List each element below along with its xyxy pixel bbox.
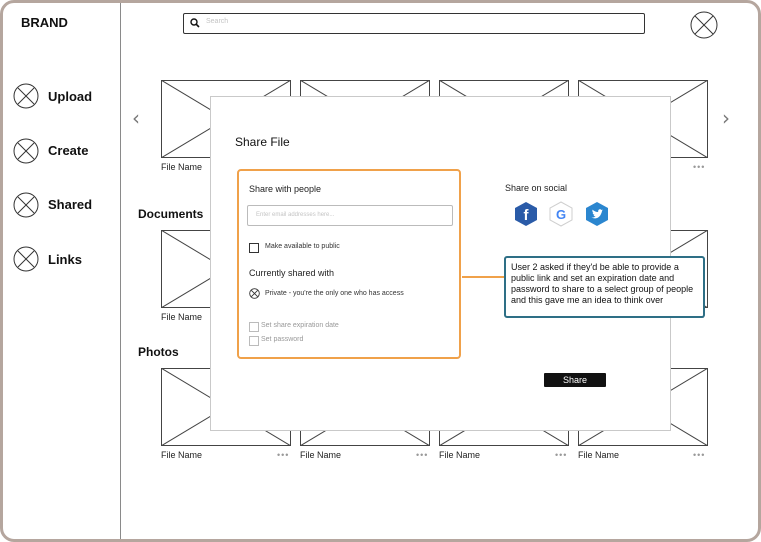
svg-text:G: G: [556, 207, 566, 222]
research-note-text: User 2 asked if they'd be able to provid…: [511, 262, 694, 305]
facebook-icon[interactable]: f: [513, 201, 539, 227]
more-options-icon[interactable]: •••: [693, 450, 705, 460]
research-note: User 2 asked if they'd be able to provid…: [504, 256, 705, 318]
create-icon: [13, 138, 39, 164]
section-title-photos: Photos: [138, 345, 179, 359]
share-with-people-panel: Share with people Enter email addresses …: [237, 169, 461, 359]
file-name: File Name: [300, 450, 342, 460]
annotation-connector: [462, 276, 504, 278]
email-field[interactable]: Enter email addresses here...: [247, 205, 453, 226]
section-title-documents: Documents: [138, 207, 204, 221]
file-name: File Name: [439, 450, 481, 460]
file-name: File Name: [161, 312, 203, 322]
upload-icon: [13, 83, 39, 109]
make-public-checkbox[interactable]: [249, 243, 259, 253]
currently-shared-heading: Currently shared with: [249, 268, 335, 278]
sidebar-item-label: Upload: [48, 89, 93, 104]
share-with-people-heading: Share with people: [249, 184, 322, 194]
google-icon[interactable]: G: [548, 201, 574, 227]
more-options-icon[interactable]: •••: [277, 450, 289, 460]
brand-logo: BRAND: [21, 15, 68, 30]
expiration-checkbox[interactable]: [249, 322, 259, 332]
make-public-label: Make available to public: [265, 243, 340, 250]
email-placeholder: Enter email addresses here...: [256, 212, 335, 218]
sidebar-item-label: Shared: [48, 197, 93, 212]
sidebar-item-label: Links: [48, 252, 82, 267]
carousel-prev-icon[interactable]: ‹: [132, 106, 140, 130]
expiration-label: Set share expiration date: [261, 322, 339, 329]
share-button[interactable]: Share: [544, 373, 606, 387]
file-name: File Name: [578, 450, 620, 460]
avatar-icon[interactable]: [690, 11, 718, 39]
private-status-text: Private - you're the only one who has ac…: [265, 290, 404, 297]
carousel-next-icon[interactable]: ›: [722, 106, 730, 130]
search-input[interactable]: Search: [206, 18, 228, 25]
file-name: File Name: [161, 162, 203, 172]
sidebar-item-label: Create: [48, 143, 89, 158]
more-options-icon[interactable]: •••: [416, 450, 428, 460]
shared-icon: [13, 192, 39, 218]
password-label: Set password: [261, 336, 304, 343]
more-options-icon[interactable]: •••: [555, 450, 567, 460]
modal-title: Share File: [235, 135, 290, 149]
app-frame: BRAND Upload Create Shared Links Search …: [0, 0, 761, 542]
password-checkbox[interactable]: [249, 336, 259, 346]
more-options-icon[interactable]: •••: [693, 162, 705, 172]
file-name: File Name: [161, 450, 203, 460]
private-icon: [249, 288, 260, 299]
search-bar[interactable]: Search: [183, 13, 645, 34]
links-icon: [13, 246, 39, 272]
share-on-social-heading: Share on social: [505, 183, 568, 193]
sidebar-divider: [120, 3, 121, 539]
search-icon: [190, 18, 200, 28]
twitter-icon[interactable]: [584, 201, 610, 227]
